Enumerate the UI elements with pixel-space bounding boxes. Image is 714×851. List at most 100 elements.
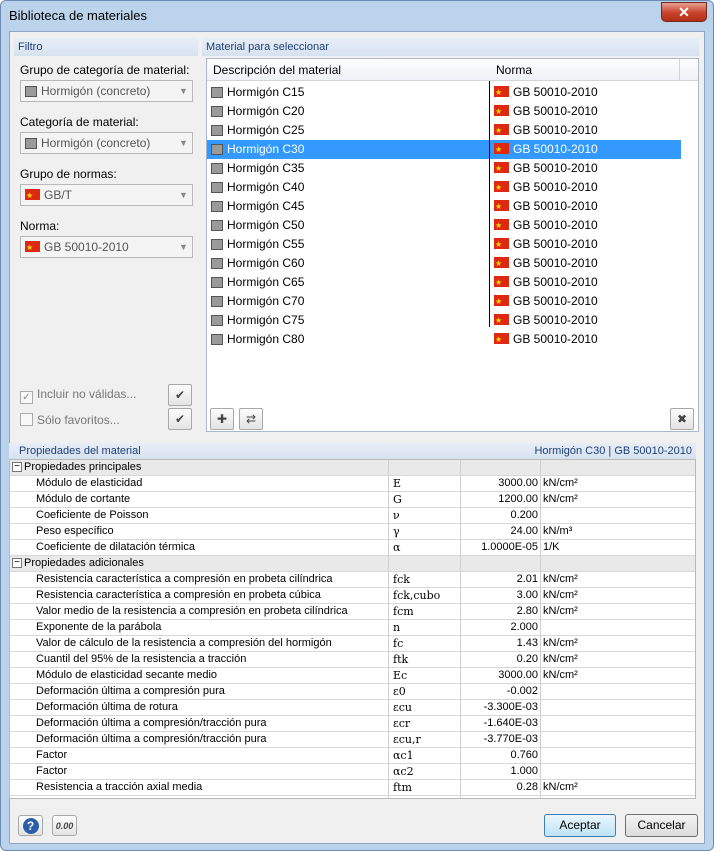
collapse-icon[interactable]: − (12, 558, 22, 568)
chevron-down-icon: ▼ (179, 86, 188, 96)
china-flag-icon (494, 102, 509, 121)
concrete-swatch-icon (211, 220, 223, 231)
concrete-swatch-icon (211, 163, 223, 174)
close-button[interactable]: ✕ (661, 2, 707, 22)
property-name: Cuantil del 95% de la resistencia a trac… (36, 653, 247, 665)
edit-material-button[interactable]: ⇄ (239, 408, 263, 430)
property-name: Factor (36, 749, 68, 761)
category-select[interactable]: Hormigón (concreto) ▼ (20, 132, 193, 154)
material-row[interactable]: Hormigón C80 GB 50010-2010 (207, 330, 681, 349)
material-row[interactable]: Hormigón C65 GB 50010-2010 (207, 273, 681, 292)
property-row: Módulo de cortante G 1200.00 kN/cm² (10, 492, 695, 508)
group-select[interactable]: Hormigón (concreto) ▼ (20, 80, 193, 102)
property-symbol: εcu (393, 701, 412, 714)
group-label: Grupo de categoría de material: (20, 63, 190, 77)
chevron-down-icon: ▼ (179, 242, 188, 252)
china-flag-icon (494, 121, 509, 140)
material-row[interactable]: Hormigón C55 GB 50010-2010 (207, 235, 681, 254)
property-row: Valor medio de la resistencia a compresi… (10, 604, 695, 620)
material-norm: GB 50010-2010 (513, 123, 598, 137)
property-value: 2.000 (510, 621, 538, 633)
material-norm: GB 50010-2010 (513, 104, 598, 118)
filter-invalid-button[interactable]: ✔ (168, 384, 192, 406)
include-invalid-checkbox[interactable]: ✓ Incluir no válidas... (20, 387, 136, 404)
units-button[interactable]: 0.00 (52, 815, 77, 836)
property-name: Propiedades principales (24, 461, 142, 473)
property-name: Deformación última a compresión pura (36, 685, 225, 697)
new-material-button[interactable]: ✚ (210, 408, 234, 430)
property-value: -3.770E-03 (483, 733, 538, 745)
property-value: 1.000 (510, 765, 538, 777)
col-norm[interactable]: Norma (496, 63, 532, 77)
col-description[interactable]: Descripción del material (213, 63, 341, 77)
property-row: Deformación última a compresión pura ε0 -0… (10, 684, 695, 700)
property-value: 2.01 (516, 573, 538, 585)
material-name: Hormigón C35 (227, 161, 305, 175)
property-value: 3000.00 (498, 669, 538, 681)
property-row: Cuantil del 95% de la resistencia a trac… (10, 652, 695, 668)
material-row[interactable]: Hormigón C20 GB 50010-2010 (207, 102, 681, 121)
property-value: 1.0000E-05 (481, 541, 538, 553)
material-row[interactable]: Hormigón C45 GB 50010-2010 (207, 197, 681, 216)
property-value: 3.00 (516, 589, 538, 601)
material-norm: GB 50010-2010 (513, 180, 598, 194)
material-row[interactable]: Hormigón C25 GB 50010-2010 (207, 121, 681, 140)
material-row[interactable]: Hormigón C40 GB 50010-2010 (207, 178, 681, 197)
property-section[interactable]: − Propiedades adicionales (10, 556, 695, 572)
material-list[interactable]: Descripción del material Norma Hormigón … (206, 58, 699, 432)
properties-panel: Propiedades del material Hormigón C30 | … (9, 443, 697, 801)
delete-material-button[interactable]: ✖ (670, 408, 694, 430)
property-name: Deformación última a compresión/tracción… (36, 733, 267, 745)
china-flag-icon (494, 311, 509, 330)
china-flag-icon (494, 235, 509, 254)
column-divider (489, 81, 490, 327)
property-symbol: ν (393, 509, 400, 522)
properties-grid[interactable]: − Propiedades principales Módulo de elasti… (9, 459, 696, 799)
property-row: Módulo de elasticidad E 3000.00 kN/cm² (10, 476, 695, 492)
property-row: Deformación última de rotura εcu -3.300E-0… (10, 700, 695, 716)
material-row[interactable]: Hormigón C50 GB 50010-2010 (207, 216, 681, 235)
china-flag-icon (494, 292, 509, 311)
property-name: Propiedades adicionales (24, 557, 144, 569)
concrete-swatch-icon (211, 144, 223, 155)
china-flag-icon (494, 178, 509, 197)
favorites-only-checkbox[interactable]: Sólo favoritos... (20, 413, 120, 427)
property-row: Resistencia a tracción axial media ftm 0.2… (10, 780, 695, 796)
china-flag-icon (25, 238, 40, 258)
property-unit: kN/cm² (543, 573, 578, 585)
material-row[interactable]: Hormigón C15 GB 50010-2010 (207, 83, 681, 102)
property-value: -1.640E-03 (483, 717, 538, 729)
accept-button[interactable]: Aceptar (544, 814, 616, 837)
property-value: 2.80 (516, 605, 538, 617)
norm-group-label: Grupo de normas: (20, 167, 117, 181)
property-symbol: fc (393, 637, 404, 650)
category-label: Categoría de material: (20, 115, 139, 129)
cancel-button[interactable]: Cancelar (625, 814, 698, 837)
collapse-icon[interactable]: − (12, 462, 22, 472)
material-row[interactable]: Hormigón C60 GB 50010-2010 (207, 254, 681, 273)
material-row[interactable]: Hormigón C35 GB 50010-2010 (207, 159, 681, 178)
property-unit: kN/cm² (543, 653, 578, 665)
material-name: Hormigón C30 (227, 142, 305, 156)
property-row: Coeficiente de dilatación térmica α 1.0000… (10, 540, 695, 556)
china-flag-icon (494, 254, 509, 273)
norm-select[interactable]: GB 50010-2010 ▼ (20, 236, 193, 258)
china-flag-icon (494, 159, 509, 178)
material-norm: GB 50010-2010 (513, 218, 598, 232)
material-library-window: Biblioteca de materiales ✕ Filtro Grupo … (0, 0, 714, 851)
filter-favorites-button[interactable]: ✔ (168, 408, 192, 430)
material-row[interactable]: Hormigón C75 GB 50010-2010 (207, 311, 681, 330)
norm-group-select[interactable]: GB/T ▼ (20, 184, 193, 206)
material-row[interactable]: Hormigón C30 GB 50010-2010 (207, 140, 681, 159)
material-name: Hormigón C75 (227, 313, 305, 327)
favorites-only-label: Sólo favoritos... (37, 413, 120, 427)
concrete-swatch-icon (211, 182, 223, 193)
property-section[interactable]: − Propiedades principales (10, 460, 695, 476)
concrete-swatch-icon (25, 86, 37, 97)
checkmark-icon: ✓ (20, 391, 33, 404)
help-button[interactable]: ? (18, 815, 43, 836)
material-row[interactable]: Hormigón C70 GB 50010-2010 (207, 292, 681, 311)
property-row: Peso específico γ 24.00 kN/m³ (10, 524, 695, 540)
title-bar: Biblioteca de materiales ✕ (1, 1, 713, 29)
property-name: Valor de cálculo de la resistencia a com… (36, 637, 332, 649)
